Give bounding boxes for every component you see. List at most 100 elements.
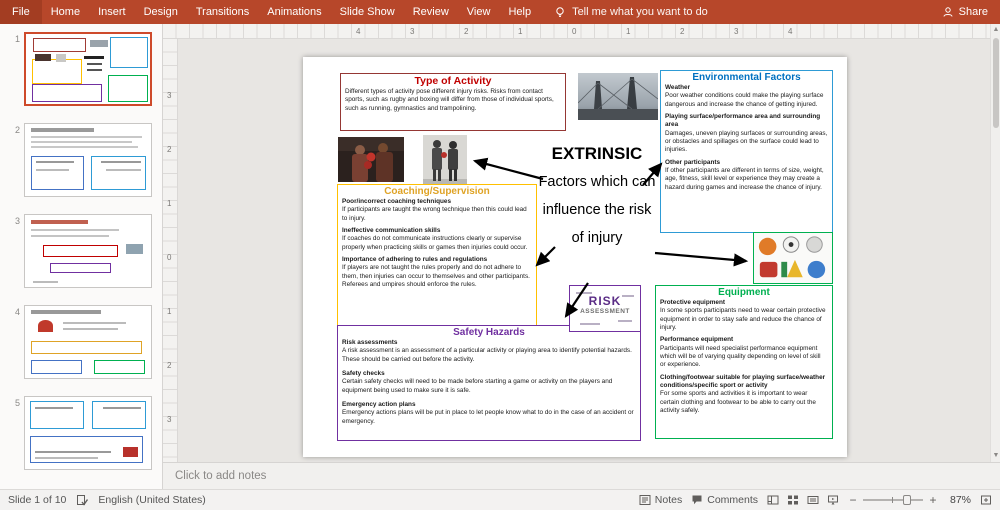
mini-shape: [31, 128, 94, 132]
coaching-item: Importance of adhering to rules and regu…: [342, 256, 532, 289]
comments-button[interactable]: Comments: [691, 494, 758, 506]
notes-toggle-button[interactable]: Notes: [639, 494, 682, 506]
editor-scrollbar[interactable]: ▲ ▼: [990, 24, 1000, 462]
zoom-percentage[interactable]: 87%: [947, 494, 971, 506]
mini-shape: [106, 169, 141, 171]
ruler-number: 0: [167, 253, 171, 262]
tab-help[interactable]: Help: [499, 0, 540, 24]
tab-home[interactable]: Home: [42, 0, 89, 24]
environmental-factors-box[interactable]: Environmental Factors Weather Poor weath…: [660, 70, 833, 233]
mini-shape: [32, 84, 101, 102]
type-of-activity-box[interactable]: Type of Activity Different types of acti…: [340, 73, 566, 131]
mini-shape: [31, 310, 100, 314]
notes-button-label: Notes: [655, 494, 682, 506]
tab-file[interactable]: File: [0, 0, 42, 24]
thumbnail-preview-1[interactable]: [24, 32, 152, 106]
thumbnail-preview-3[interactable]: [24, 214, 152, 288]
mini-shape: [90, 40, 107, 47]
equipment-item: Performance equipment Participants will …: [660, 336, 828, 369]
reading-view-icon[interactable]: [807, 494, 819, 506]
tab-animations[interactable]: Animations: [258, 0, 330, 24]
person-icon: [942, 6, 954, 18]
proofing-icon[interactable]: [76, 494, 88, 506]
comment-icon: [691, 494, 703, 506]
tab-review[interactable]: Review: [404, 0, 458, 24]
mini-shape: [31, 341, 142, 354]
boxers-graphic: [338, 137, 404, 182]
thumbnail-row-2[interactable]: 2: [6, 123, 156, 197]
equipment-box[interactable]: Equipment Protective equipment In some s…: [655, 285, 833, 439]
ruler-number: 4: [356, 27, 360, 36]
thumbnail-number: 5: [6, 396, 20, 470]
mini-shape: [36, 169, 69, 171]
mini-shape: [126, 244, 144, 254]
share-button[interactable]: Share: [930, 0, 1000, 24]
zoom-slider[interactable]: [863, 499, 923, 501]
slideshow-view-icon[interactable]: [827, 494, 839, 506]
thumbnail-row-4[interactable]: 4: [6, 305, 156, 379]
zoom-slider-handle[interactable]: [903, 495, 911, 505]
slide-sorter-icon[interactable]: [787, 494, 799, 506]
mini-shape: [33, 281, 58, 283]
thumbnail-preview-2[interactable]: [24, 123, 152, 197]
mini-shape: [580, 323, 600, 325]
mini-shape: [576, 292, 592, 294]
bridge-graphic: [578, 73, 658, 120]
tab-transitions[interactable]: Transitions: [187, 0, 258, 24]
ruler-number: 2: [680, 27, 684, 36]
item-heading: Safety checks: [342, 370, 636, 378]
tell-me-box[interactable]: Tell me what you want to do: [554, 0, 708, 24]
coaching-supervision-title: Coaching/Supervision: [338, 185, 536, 197]
item-heading: Poor/incorrect coaching techniques: [342, 198, 532, 206]
zoom-out-button[interactable]: −: [848, 493, 858, 507]
risk-assessment-image[interactable]: RISK ASSESSMENT: [569, 285, 641, 332]
training-graphic: [423, 135, 467, 188]
coaching-supervision-box[interactable]: Coaching/Supervision Poor/incorrect coac…: [337, 184, 537, 332]
weather-image[interactable]: [578, 73, 658, 120]
item-text: Certain safety checks will need to be ma…: [342, 378, 636, 395]
thumbnail-preview-4[interactable]: [24, 305, 152, 379]
fit-to-window-icon[interactable]: [980, 494, 992, 506]
scroll-up-arrow[interactable]: ▲: [991, 24, 1000, 36]
equipment-image[interactable]: [753, 232, 833, 284]
slide-canvas[interactable]: Type of Activity Different types of acti…: [303, 57, 847, 457]
tab-design[interactable]: Design: [135, 0, 187, 24]
zoom-in-button[interactable]: +: [928, 493, 938, 507]
ruler-number: 1: [167, 307, 171, 316]
vertical-ruler: 3 2 1 0 1 2 3: [163, 39, 178, 462]
tab-slide-show[interactable]: Slide Show: [331, 0, 404, 24]
assessment-word: ASSESSMENT: [570, 308, 640, 315]
ribbon-tab-bar: File Home Insert Design Transitions Anim…: [0, 0, 1000, 24]
zoom-control: − +: [848, 493, 938, 507]
thumbnail-number: 2: [6, 123, 20, 197]
thumbnail-row-5[interactable]: 5: [6, 396, 156, 470]
mini-shape: [32, 59, 82, 84]
mini-shape: [31, 360, 81, 374]
scroll-down-arrow[interactable]: ▼: [991, 450, 1000, 462]
ruler-number: 3: [410, 27, 414, 36]
tab-view[interactable]: View: [458, 0, 500, 24]
boxing-image[interactable]: [338, 137, 404, 182]
mini-shape: [31, 220, 88, 224]
ruler-number: 3: [167, 91, 171, 100]
mini-shape: [36, 161, 74, 163]
ruler-number: 2: [464, 27, 468, 36]
mini-shape: [35, 451, 111, 453]
scrollbar-thumb[interactable]: [993, 38, 999, 128]
tab-insert[interactable]: Insert: [89, 0, 135, 24]
language-indicator[interactable]: English (United States): [98, 494, 205, 506]
notes-pane[interactable]: Click to add notes: [163, 462, 1000, 489]
safety-hazards-box[interactable]: Safety Hazards Risk assessments A risk a…: [337, 325, 641, 441]
slide-center-title[interactable]: EXTRINSIC Factors which can influence th…: [535, 140, 659, 252]
training-image[interactable]: [423, 135, 467, 188]
item-heading: Ineffective communication skills: [342, 227, 532, 235]
normal-view-icon[interactable]: [767, 494, 779, 506]
slide-indicator: Slide 1 of 10: [8, 494, 66, 506]
thumbnail-row-3[interactable]: 3: [6, 214, 156, 288]
horizontal-ruler: 4 3 2 1 0 1 2 3 4: [163, 24, 990, 39]
thumbnail-row-1[interactable]: 1: [6, 32, 156, 106]
thumbnail-preview-5[interactable]: [24, 396, 152, 470]
mini-shape: [43, 245, 119, 257]
sports-gear-graphic: [754, 233, 832, 283]
thumbnail-number: 4: [6, 305, 20, 379]
